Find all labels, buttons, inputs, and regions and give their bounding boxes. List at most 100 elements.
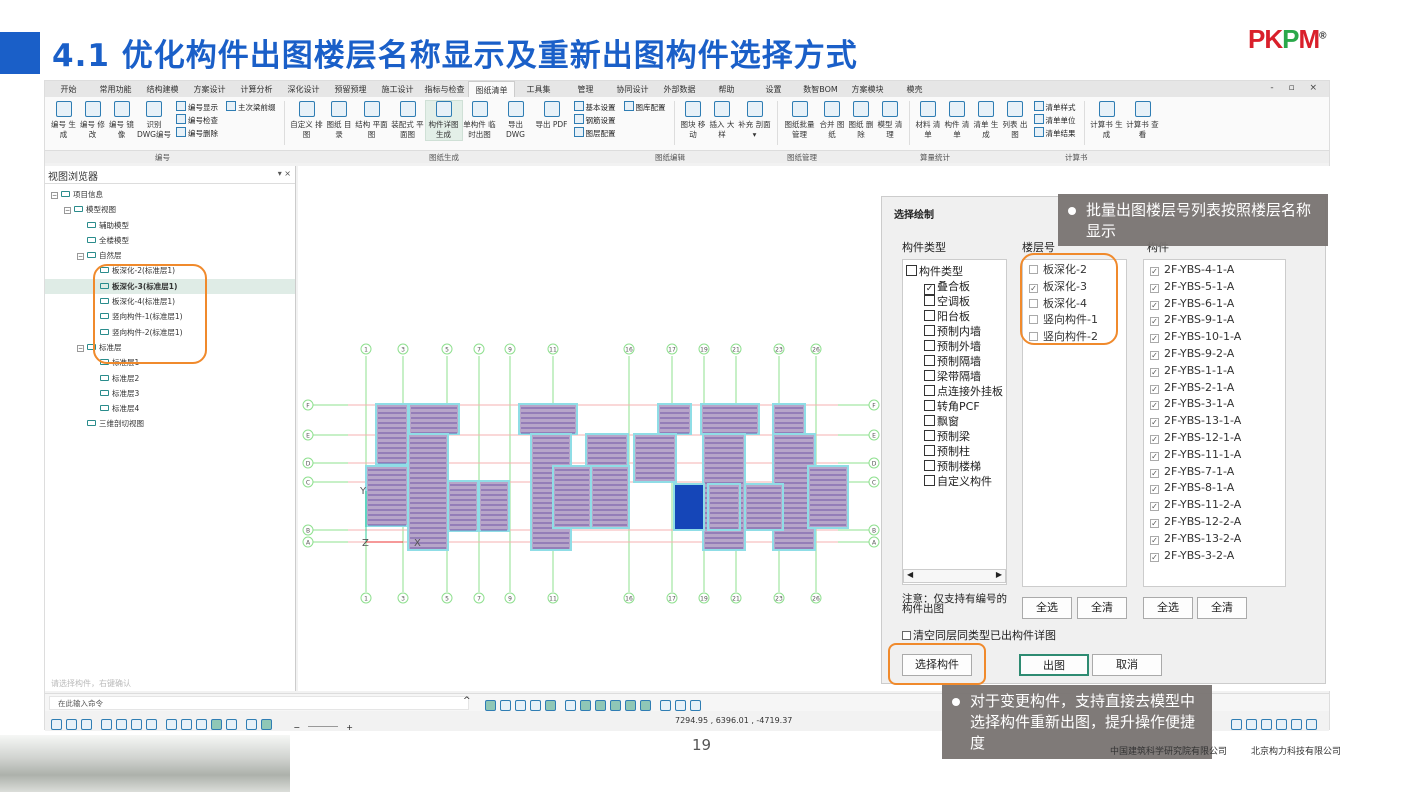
tab-13[interactable]: 外部数据 [656,81,703,97]
type-item[interactable]: 预制内墙 [906,324,1003,339]
collapse-toggle-icon[interactable]: − [77,253,84,261]
view-cube-icon[interactable] [166,719,178,730]
tab-4[interactable]: 计算分析 [233,81,280,97]
ribbon-button[interactable]: 图纸批量 管理 [782,101,818,140]
view-tool-icon[interactable] [545,700,556,711]
ribbon-small-button[interactable]: 图层配置 [574,127,616,140]
cube-view-icon[interactable] [675,700,687,711]
type-checkbox[interactable] [924,430,935,441]
display-mode-icon[interactable] [580,700,592,711]
ribbon-button[interactable]: 装配式 平面图 [390,101,426,140]
tab-12[interactable]: 协同设计 [609,81,656,97]
cube-view-icon[interactable] [690,700,702,711]
tab-2[interactable]: 结构建模 [139,81,186,97]
type-checkbox[interactable] [924,370,935,381]
collapse-toggle-icon[interactable]: − [51,192,58,199]
type-item[interactable]: 预制柱 [906,444,1003,459]
component-clear-all-button[interactable]: 全清 [1197,597,1247,619]
ribbon-button[interactable]: 计算书 查看 [1125,101,1161,140]
ribbon-button[interactable]: 图纸 目录 [325,101,354,140]
type-checkbox[interactable] [924,415,935,426]
ribbon-button[interactable]: 补充 剖面 ▾ [737,101,773,140]
component-item[interactable]: ✓ 2F-YBS-6-1-A [1144,296,1285,313]
component-item[interactable]: ✓ 2F-YBS-2-1-A [1144,380,1285,397]
panel-controls[interactable]: ▾ × [278,169,291,178]
component-checkbox[interactable]: ✓ [1150,535,1159,545]
type-item[interactable]: 预制外墙 [906,339,1003,354]
type-item[interactable]: 梁带隔墙 [906,369,1003,384]
component-item[interactable]: ✓ 2F-YBS-12-1-A [1144,430,1285,447]
type-item[interactable]: ✓ 叠合板 [906,279,1003,295]
type-checkbox[interactable] [924,310,935,321]
ortho-icon[interactable] [1261,719,1272,730]
tree-item[interactable]: − 项目信息 [45,187,295,202]
component-item[interactable]: ✓ 2F-YBS-1-1-A [1144,363,1285,380]
ribbon-button[interactable]: 合并 图纸 [818,101,847,140]
component-checkbox[interactable]: ✓ [1150,434,1159,444]
floor-clear-all-button[interactable]: 全清 [1077,597,1127,619]
ribbon-button[interactable]: 导出 DWG [498,101,534,140]
view-tool-icon[interactable] [485,700,496,711]
tab-15[interactable]: 设置 [750,81,797,97]
component-item[interactable]: ✓ 2F-YBS-9-2-A [1144,346,1285,363]
ribbon-small-button[interactable]: 编号显示 [176,101,218,114]
component-checkbox[interactable]: ✓ [1150,367,1159,377]
type-checkbox[interactable] [924,475,935,486]
shield-icon[interactable] [246,719,258,730]
tab-14[interactable]: 帮助 [703,81,750,97]
component-item[interactable]: ✓ 2F-YBS-4-1-A [1144,262,1285,279]
component-item[interactable]: ✓ 2F-YBS-3-2-A [1144,548,1285,565]
ribbon-small-button[interactable]: 清单结果 [1034,127,1076,140]
tab-11[interactable]: 管理 [562,81,609,97]
ribbon-button[interactable]: 清单 生成 [972,101,1001,140]
type-checkbox[interactable] [906,265,917,276]
type-item[interactable]: 飘窗 [906,414,1003,429]
settings-gear-icon[interactable] [1306,719,1317,730]
component-checkbox[interactable]: ✓ [1150,317,1159,327]
display-mode-icon[interactable] [640,700,652,711]
type-item[interactable]: 转角PCF [906,399,1003,414]
window-controls[interactable]: - ▫ × [1270,83,1323,93]
ribbon-small-button[interactable]: 编号检查 [176,114,218,127]
ribbon-button[interactable]: 材料 清单 [914,101,943,140]
view-cube-icon[interactable] [226,719,238,730]
cube-view-icon[interactable] [660,700,672,711]
view-tool-icon[interactable] [530,700,541,711]
component-item[interactable]: ✓ 2F-YBS-3-1-A [1144,396,1285,413]
component-checkbox[interactable]: ✓ [1150,518,1159,528]
component-checkbox[interactable]: ✓ [1150,451,1159,461]
cancel-button[interactable]: 取消 [1092,654,1162,676]
display-mode-icon[interactable] [610,700,622,711]
ribbon-small-button[interactable]: 钢筋设置 [574,114,616,127]
view-cube-icon[interactable] [211,719,223,730]
tab-18[interactable]: 模壳 [891,81,938,97]
ribbon-button[interactable]: 单构件 临时出图 [462,101,498,140]
snap-icon[interactable] [1246,719,1257,730]
tab-9[interactable]: 图纸清单 [468,81,515,97]
tab-10[interactable]: 工具集 [515,81,562,97]
component-checkbox[interactable]: ✓ [1150,502,1159,512]
tree-item[interactable]: 标准层4 [45,401,295,416]
display-mode-icon[interactable] [625,700,637,711]
component-item[interactable]: ✓ 2F-YBS-13-2-A [1144,531,1285,548]
zoom-plus[interactable]: + [346,723,353,732]
view-cube-icon[interactable] [181,719,193,730]
pan-hand-icon[interactable] [116,719,128,730]
tree-item[interactable]: 全楼模型 [45,233,295,248]
output-drawing-button[interactable]: 出图 [1019,654,1089,676]
component-checkbox[interactable]: ✓ [1150,350,1159,360]
display-mode-icon[interactable] [565,700,577,711]
component-checkbox[interactable]: ✓ [1150,401,1159,411]
type-checkbox[interactable] [924,400,935,411]
component-item[interactable]: ✓ 2F-YBS-10-1-A [1144,329,1285,346]
ribbon-small-button[interactable]: 图库配置 [624,101,666,114]
orbit-icon[interactable] [131,719,143,730]
component-item[interactable]: ✓ 2F-YBS-5-1-A [1144,279,1285,296]
component-checkbox[interactable]: ✓ [1150,485,1159,495]
collapse-toggle-icon[interactable]: − [64,207,71,215]
component-item[interactable]: ✓ 2F-YBS-12-2-A [1144,514,1285,531]
type-checkbox[interactable] [924,295,935,306]
tab-5[interactable]: 深化设计 [280,81,327,97]
ribbon-button[interactable]: 模型 清理 [876,101,905,140]
view-cube-icon[interactable] [196,719,208,730]
